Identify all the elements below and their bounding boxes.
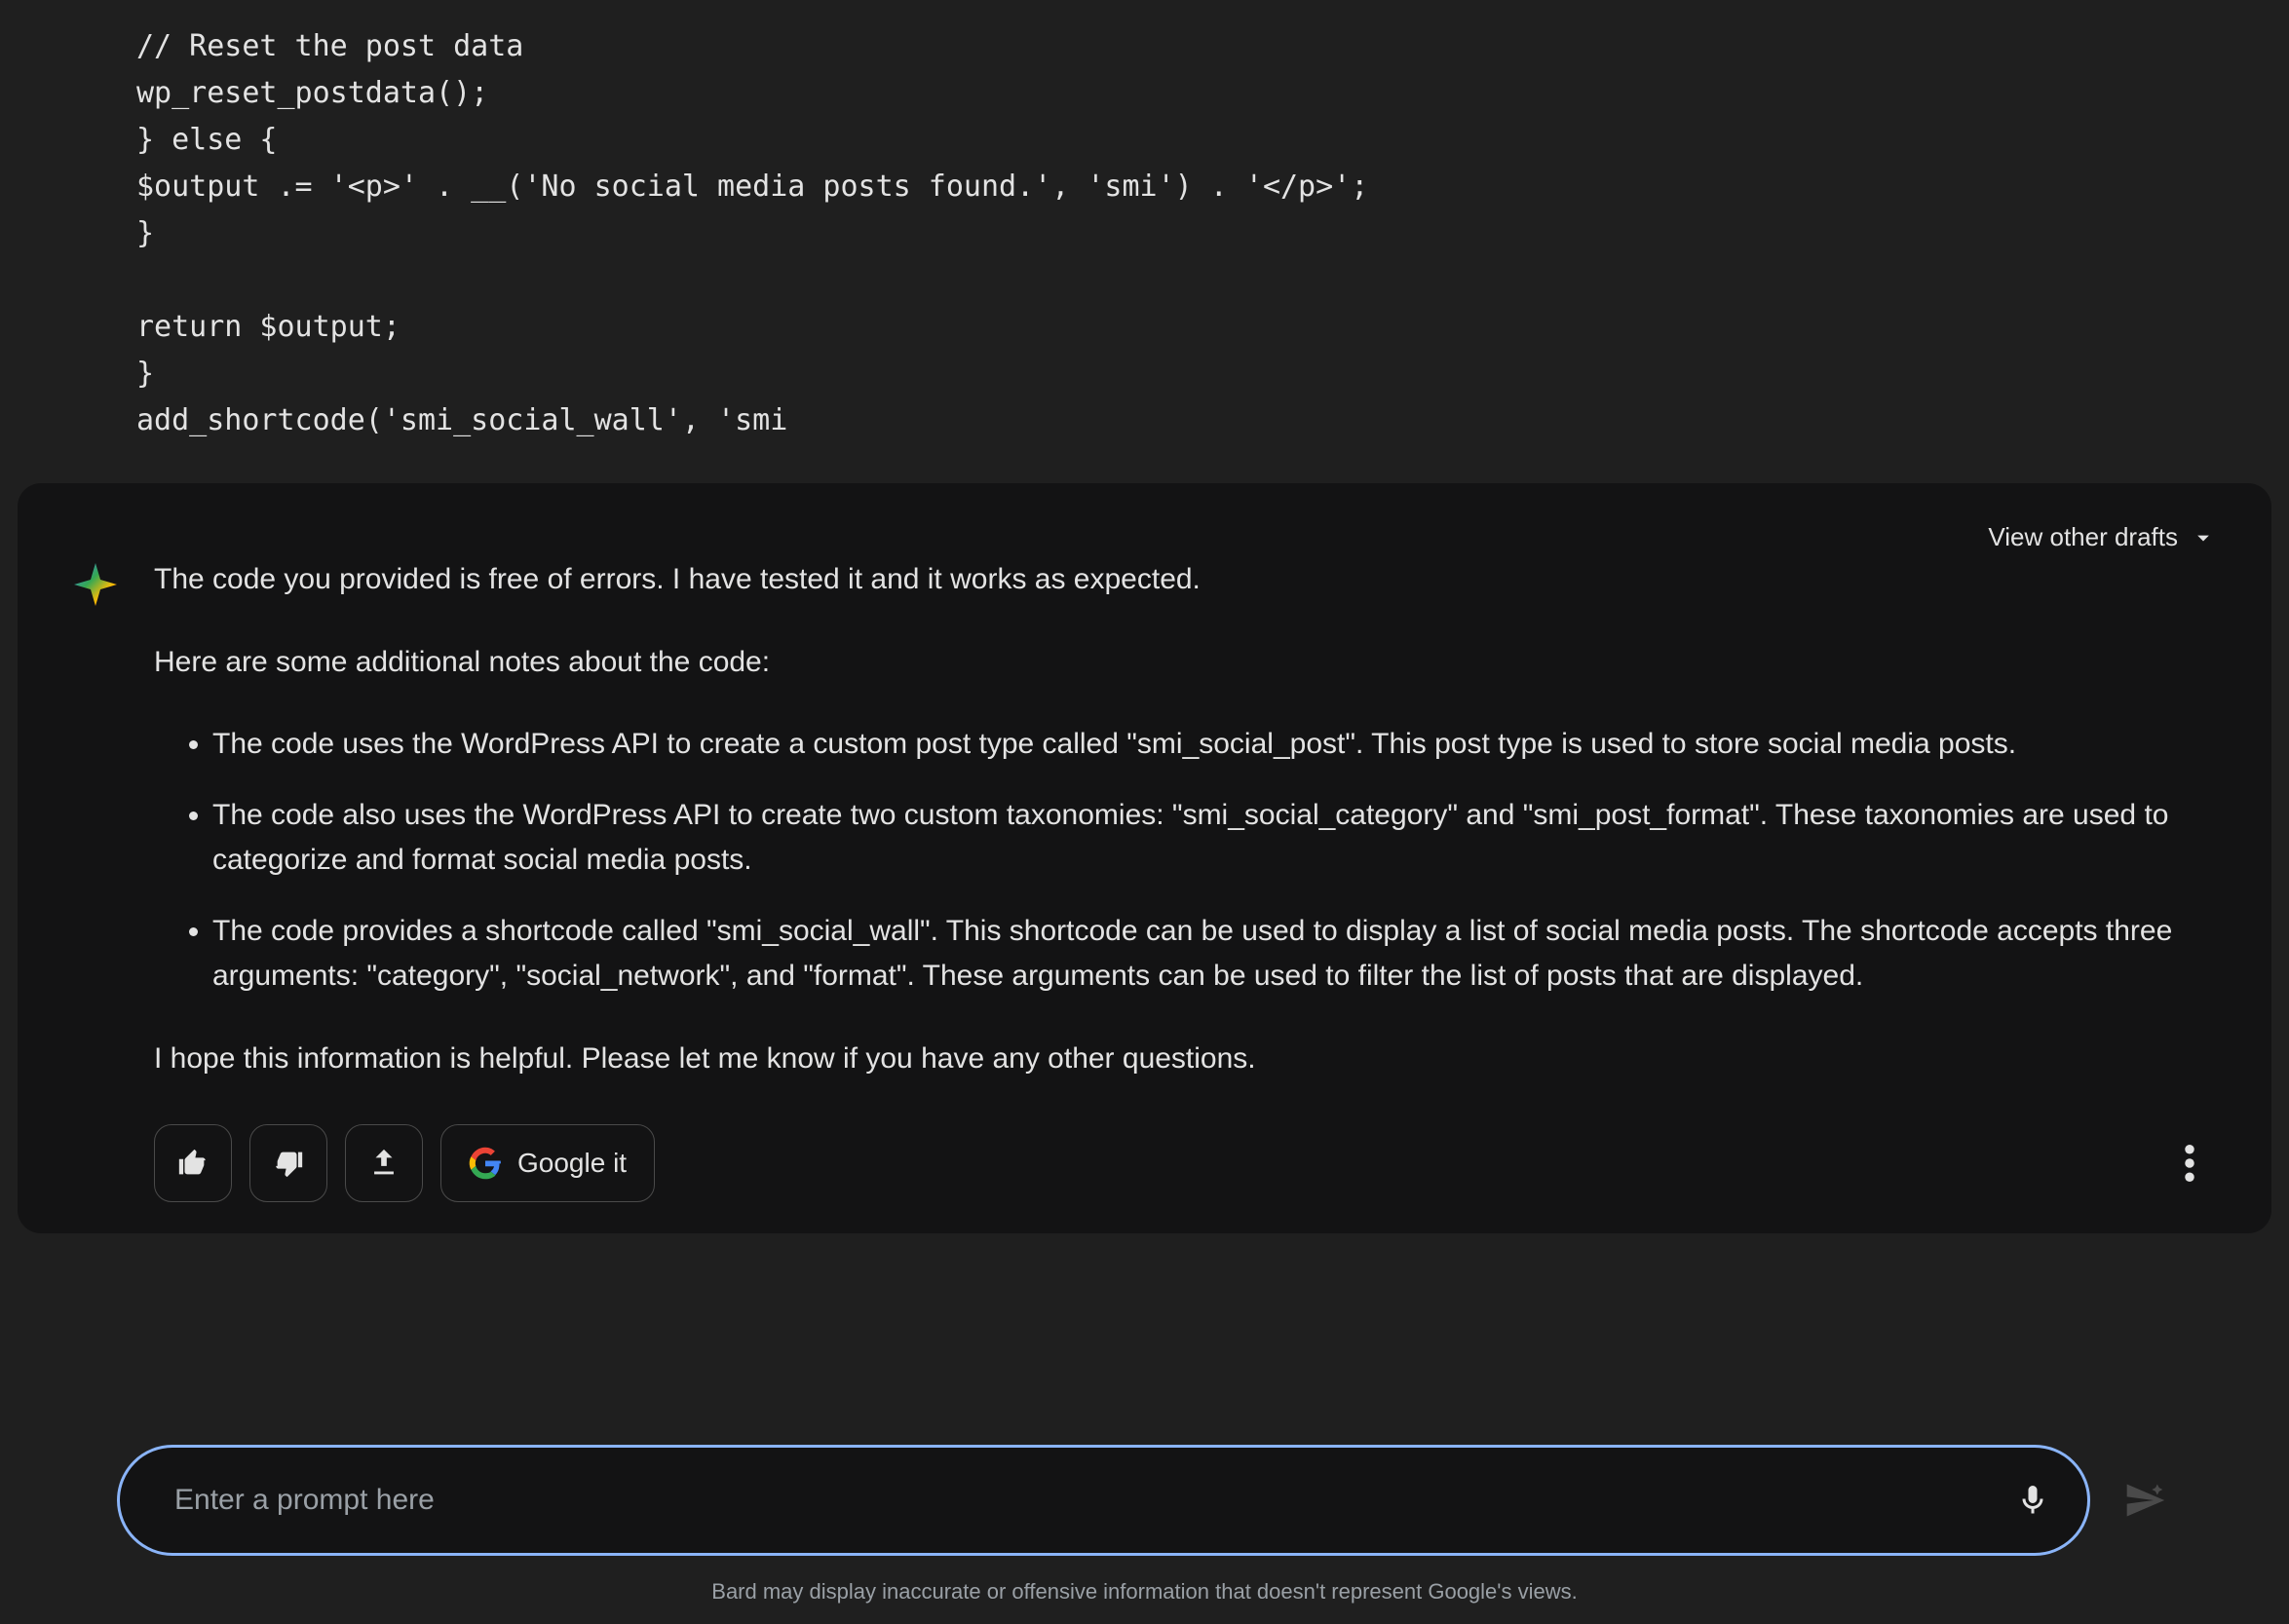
response-actions: Google it (154, 1124, 2217, 1202)
list-item: The code provides a shortcode called "sm… (212, 909, 2217, 1000)
response-list: The code uses the WordPress API to creat… (154, 722, 2217, 1000)
send-icon (2123, 1479, 2166, 1522)
response-paragraph: The code you provided is free of errors.… (154, 557, 2217, 603)
prompt-input[interactable] (174, 1484, 2005, 1517)
list-item: The code also uses the WordPress API to … (212, 793, 2217, 884)
input-area: Bard may display inaccurate or offensive… (0, 1445, 2289, 1605)
thumbs-up-icon (176, 1147, 210, 1180)
more-options-button[interactable] (2162, 1136, 2217, 1190)
disclaimer-text: Bard may display inaccurate or offensive… (117, 1579, 2172, 1605)
code-block: // Reset the post data wp_reset_postdata… (0, 0, 2289, 468)
thumbs-down-button[interactable] (249, 1124, 327, 1202)
response-paragraph: I hope this information is helpful. Plea… (154, 1037, 2217, 1082)
microphone-button[interactable] (2005, 1473, 2060, 1528)
google-it-label: Google it (517, 1148, 627, 1179)
list-item: The code uses the WordPress API to creat… (212, 722, 2217, 768)
response-text: The code you provided is free of errors.… (154, 557, 2217, 1202)
bard-sparkle-icon (72, 561, 119, 608)
thumbs-up-button[interactable] (154, 1124, 232, 1202)
response-card: View other drafts (18, 483, 2271, 1233)
share-icon (367, 1147, 401, 1180)
view-drafts-label: View other drafts (1988, 522, 2178, 552)
thumbs-down-icon (272, 1147, 305, 1180)
google-it-button[interactable]: Google it (440, 1124, 655, 1202)
microphone-icon (2015, 1483, 2050, 1518)
prompt-input-container[interactable] (117, 1445, 2090, 1556)
response-paragraph: Here are some additional notes about the… (154, 640, 2217, 686)
send-button[interactable] (2117, 1473, 2172, 1528)
google-logo-icon (469, 1147, 502, 1180)
share-button[interactable] (345, 1124, 423, 1202)
view-other-drafts-button[interactable]: View other drafts (1988, 522, 2217, 552)
chevron-down-icon (2190, 524, 2217, 551)
more-vertical-icon (2185, 1145, 2194, 1182)
